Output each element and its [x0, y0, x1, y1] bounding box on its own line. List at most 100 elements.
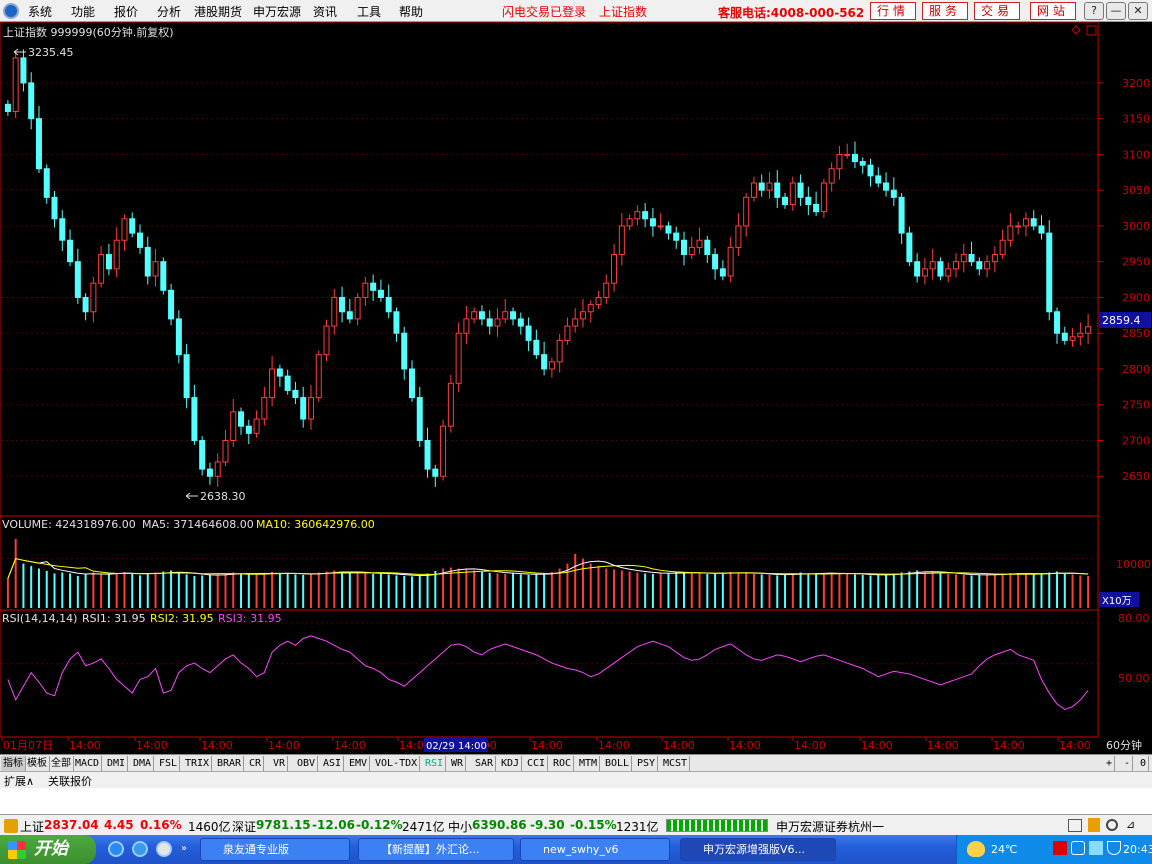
candle-body: [51, 196, 58, 220]
candle-body: [307, 397, 314, 420]
candle-body: [727, 246, 734, 277]
candle-body: [611, 254, 618, 284]
candle-body: [805, 196, 812, 205]
sz-name[interactable]: 深证: [232, 818, 256, 835]
related-quote-button[interactable]: 关联报价: [48, 773, 92, 789]
x-tick-label: 14:00: [201, 739, 233, 752]
website-button[interactable]: 网站: [1030, 2, 1076, 20]
tab-add-button[interactable]: +: [1104, 756, 1116, 771]
indicator-tab-vr[interactable]: VR: [271, 756, 289, 771]
current-index-label[interactable]: 上证指数: [599, 3, 647, 20]
period-label[interactable]: 60分钟: [1106, 738, 1142, 752]
taskbar-item-quanyoutong[interactable]: 泉友通专业版: [200, 838, 350, 861]
indicator-tab-brar[interactable]: BRAR: [215, 756, 245, 771]
menu-analysis[interactable]: 分析: [157, 3, 181, 20]
trade-button[interactable]: 交易: [974, 2, 1020, 20]
expand-button[interactable]: 扩展∧: [4, 773, 34, 789]
security-icon[interactable]: [1107, 841, 1121, 855]
clock[interactable]: 20:43: [1123, 843, 1152, 856]
candle-body: [510, 311, 517, 320]
sz-pct: -0.12%: [356, 818, 403, 832]
candle-body: [447, 382, 454, 427]
indicator-tab-boll[interactable]: BOLL: [603, 756, 633, 771]
lock-icon[interactable]: ⊿: [1126, 818, 1135, 831]
indicator-tab--[interactable]: 指标: [1, 756, 26, 771]
indicator-tab-trix[interactable]: TRIX: [183, 756, 213, 771]
maximize-panel-icon[interactable]: [1086, 25, 1097, 36]
taskbar-item-forex-forum[interactable]: 【新提醒】外汇论...: [358, 838, 514, 861]
close-button[interactable]: ✕: [1128, 2, 1148, 20]
tray-app-icon[interactable]: [1071, 841, 1085, 855]
menu-help[interactable]: 帮助: [399, 3, 423, 20]
indicator-tab-cr[interactable]: CR: [247, 756, 265, 771]
volume-ma10-line: [7, 558, 1089, 579]
zx-amount: 1231亿: [616, 820, 659, 834]
indicator-tab-cci[interactable]: CCI: [525, 756, 549, 771]
diamond-icon[interactable]: [1071, 25, 1081, 35]
indicator-tab-fsl[interactable]: FSL: [157, 756, 181, 771]
indicator-tab-dmi[interactable]: DMI: [105, 756, 129, 771]
indicator-tab--[interactable]: 全部: [49, 756, 74, 771]
indicator-tab-dma[interactable]: DMA: [131, 756, 155, 771]
candle-body: [385, 296, 392, 313]
menu-function[interactable]: 功能: [71, 3, 95, 20]
app-logo-icon[interactable]: [3, 3, 19, 19]
y-tick-label: 3200: [1122, 77, 1150, 90]
candle-body: [67, 239, 74, 263]
indicator-tab-mtm[interactable]: MTM: [577, 756, 601, 771]
indicator-tab-sar[interactable]: SAR: [473, 756, 497, 771]
menu-quote[interactable]: 报价: [114, 3, 138, 20]
menu-hk-futures[interactable]: 港股期货: [194, 3, 242, 20]
quicklaunch-more-icon[interactable]: »: [181, 843, 187, 854]
indicator-tab-kdj[interactable]: KDJ: [499, 756, 523, 771]
volume-bars-layer: [1, 538, 1097, 608]
service-button[interactable]: 服务: [922, 2, 968, 20]
tab-reset-button[interactable]: 0: [1138, 756, 1150, 771]
ie-alt-icon[interactable]: [132, 841, 148, 857]
indicator-tab-roc[interactable]: ROC: [551, 756, 575, 771]
zx-value: 6390.86: [472, 818, 527, 832]
market-button[interactable]: 行情: [870, 2, 916, 20]
menu-news[interactable]: 资讯: [313, 3, 337, 20]
menu-swhy[interactable]: 申万宏源: [253, 3, 301, 20]
indicator-tab-vol-tdx[interactable]: VOL-TDX: [373, 756, 421, 771]
menu-tools[interactable]: 工具: [357, 3, 381, 20]
network-icon[interactable]: [1089, 841, 1103, 855]
minimize-button[interactable]: —: [1106, 2, 1126, 20]
sh-name[interactable]: 上证: [20, 818, 44, 835]
browser-icon[interactable]: [156, 841, 172, 857]
ime-icon[interactable]: [1053, 841, 1067, 855]
ie-icon[interactable]: [108, 841, 124, 857]
indicator-tab-rsi[interactable]: RSI: [423, 756, 447, 771]
signal-icon[interactable]: [1088, 818, 1100, 832]
taskbar-item-swhy-app[interactable]: 申万宏源增强版V6...: [680, 838, 836, 861]
rsi-panel[interactable]: [0, 609, 1099, 738]
indicator-tab-emv[interactable]: EMV: [347, 756, 371, 771]
x-tick-label: 14:00: [531, 739, 563, 752]
record-icon[interactable]: [1106, 819, 1118, 831]
indicator-tab-psy[interactable]: PSY: [635, 756, 659, 771]
indicator-tab-obv[interactable]: OBV: [295, 756, 319, 771]
menu-system[interactable]: 系统: [28, 3, 52, 20]
candle-body: [968, 254, 975, 263]
sz-change: -12.06: [312, 818, 355, 832]
zx-name[interactable]: 中小: [448, 818, 472, 835]
weather-icon[interactable]: [967, 841, 985, 857]
tab-remove-button[interactable]: -: [1122, 756, 1134, 771]
trade-login-status[interactable]: 闪电交易已登录: [502, 3, 586, 20]
stock-chart[interactable]: 2650 2700 2750 2800 2850 2900 2950 3000 3050 3100…: [0, 22, 1152, 754]
candle-body: [929, 261, 936, 270]
sh-value: 2837.04: [44, 818, 99, 832]
keyboard-icon[interactable]: [1068, 819, 1082, 832]
candle-body: [603, 282, 610, 298]
help-window-button[interactable]: ?: [1084, 2, 1104, 20]
candle-body: [1069, 336, 1076, 341]
taskbar-item-swhy-folder[interactable]: new_swhy_v6: [520, 838, 670, 861]
indicator-tab-mcst[interactable]: MCST: [661, 756, 691, 771]
candle-body: [214, 461, 221, 477]
indicator-tab-asi[interactable]: ASI: [321, 756, 345, 771]
indicator-tab-macd[interactable]: MACD: [73, 756, 103, 771]
candle-body: [432, 468, 439, 477]
indicator-tab--[interactable]: 模板: [25, 756, 50, 771]
indicator-tab-wr[interactable]: WR: [449, 756, 467, 771]
